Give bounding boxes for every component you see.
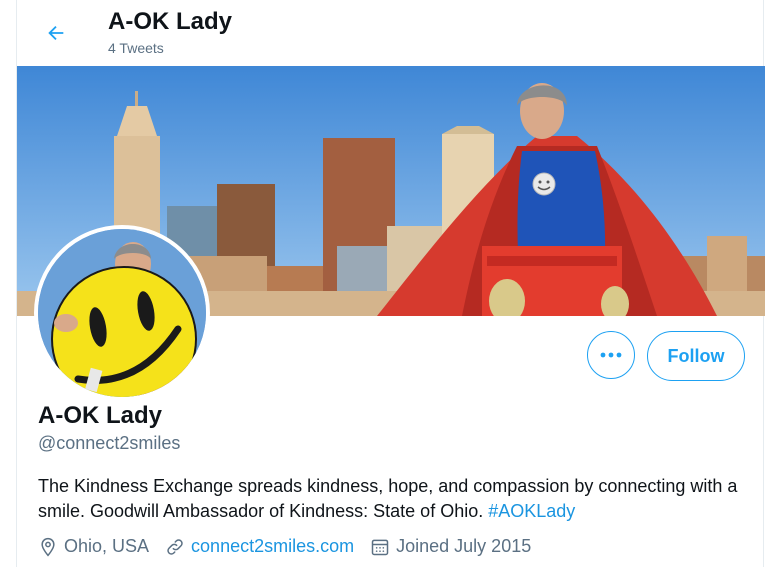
tweet-count: 4 Tweets <box>108 40 164 56</box>
location-item: Ohio, USA <box>38 536 149 557</box>
profile-header: A-OK Lady 4 Tweets <box>17 0 763 66</box>
joined-item: Joined July 2015 <box>370 536 531 557</box>
profile-name: A-OK Lady <box>38 402 163 429</box>
profile-column: A-OK Lady 4 Tweets Follow A-OK Lady @con… <box>16 0 765 567</box>
location-pin-icon <box>41 537 55 556</box>
profile-meta: Ohio, USA connect2smiles.com Joined July… <box>38 536 547 557</box>
header-title: A-OK Lady <box>108 8 233 35</box>
calendar-icon <box>371 539 389 555</box>
avatar-image <box>38 229 206 397</box>
more-button[interactable] <box>587 331 635 379</box>
profile-bio: The Kindness Exchange spreads kindness, … <box>38 474 753 524</box>
arrow-left-icon <box>48 25 64 41</box>
website-link[interactable]: connect2smiles.com <box>191 536 354 557</box>
profile-handle: @connect2smiles <box>38 433 181 453</box>
more-icon <box>600 352 622 358</box>
website-item: connect2smiles.com <box>165 536 354 557</box>
joined-text: Joined July 2015 <box>396 536 532 556</box>
avatar[interactable] <box>34 225 210 401</box>
location-text: Ohio, USA <box>64 536 150 556</box>
link-icon <box>167 538 183 555</box>
follow-button[interactable]: Follow <box>647 331 745 381</box>
bio-hashtag-link[interactable]: #AOKLady <box>488 501 575 521</box>
back-button[interactable] <box>37 14 75 52</box>
bio-text: The Kindness Exchange spreads kindness, … <box>38 476 738 521</box>
